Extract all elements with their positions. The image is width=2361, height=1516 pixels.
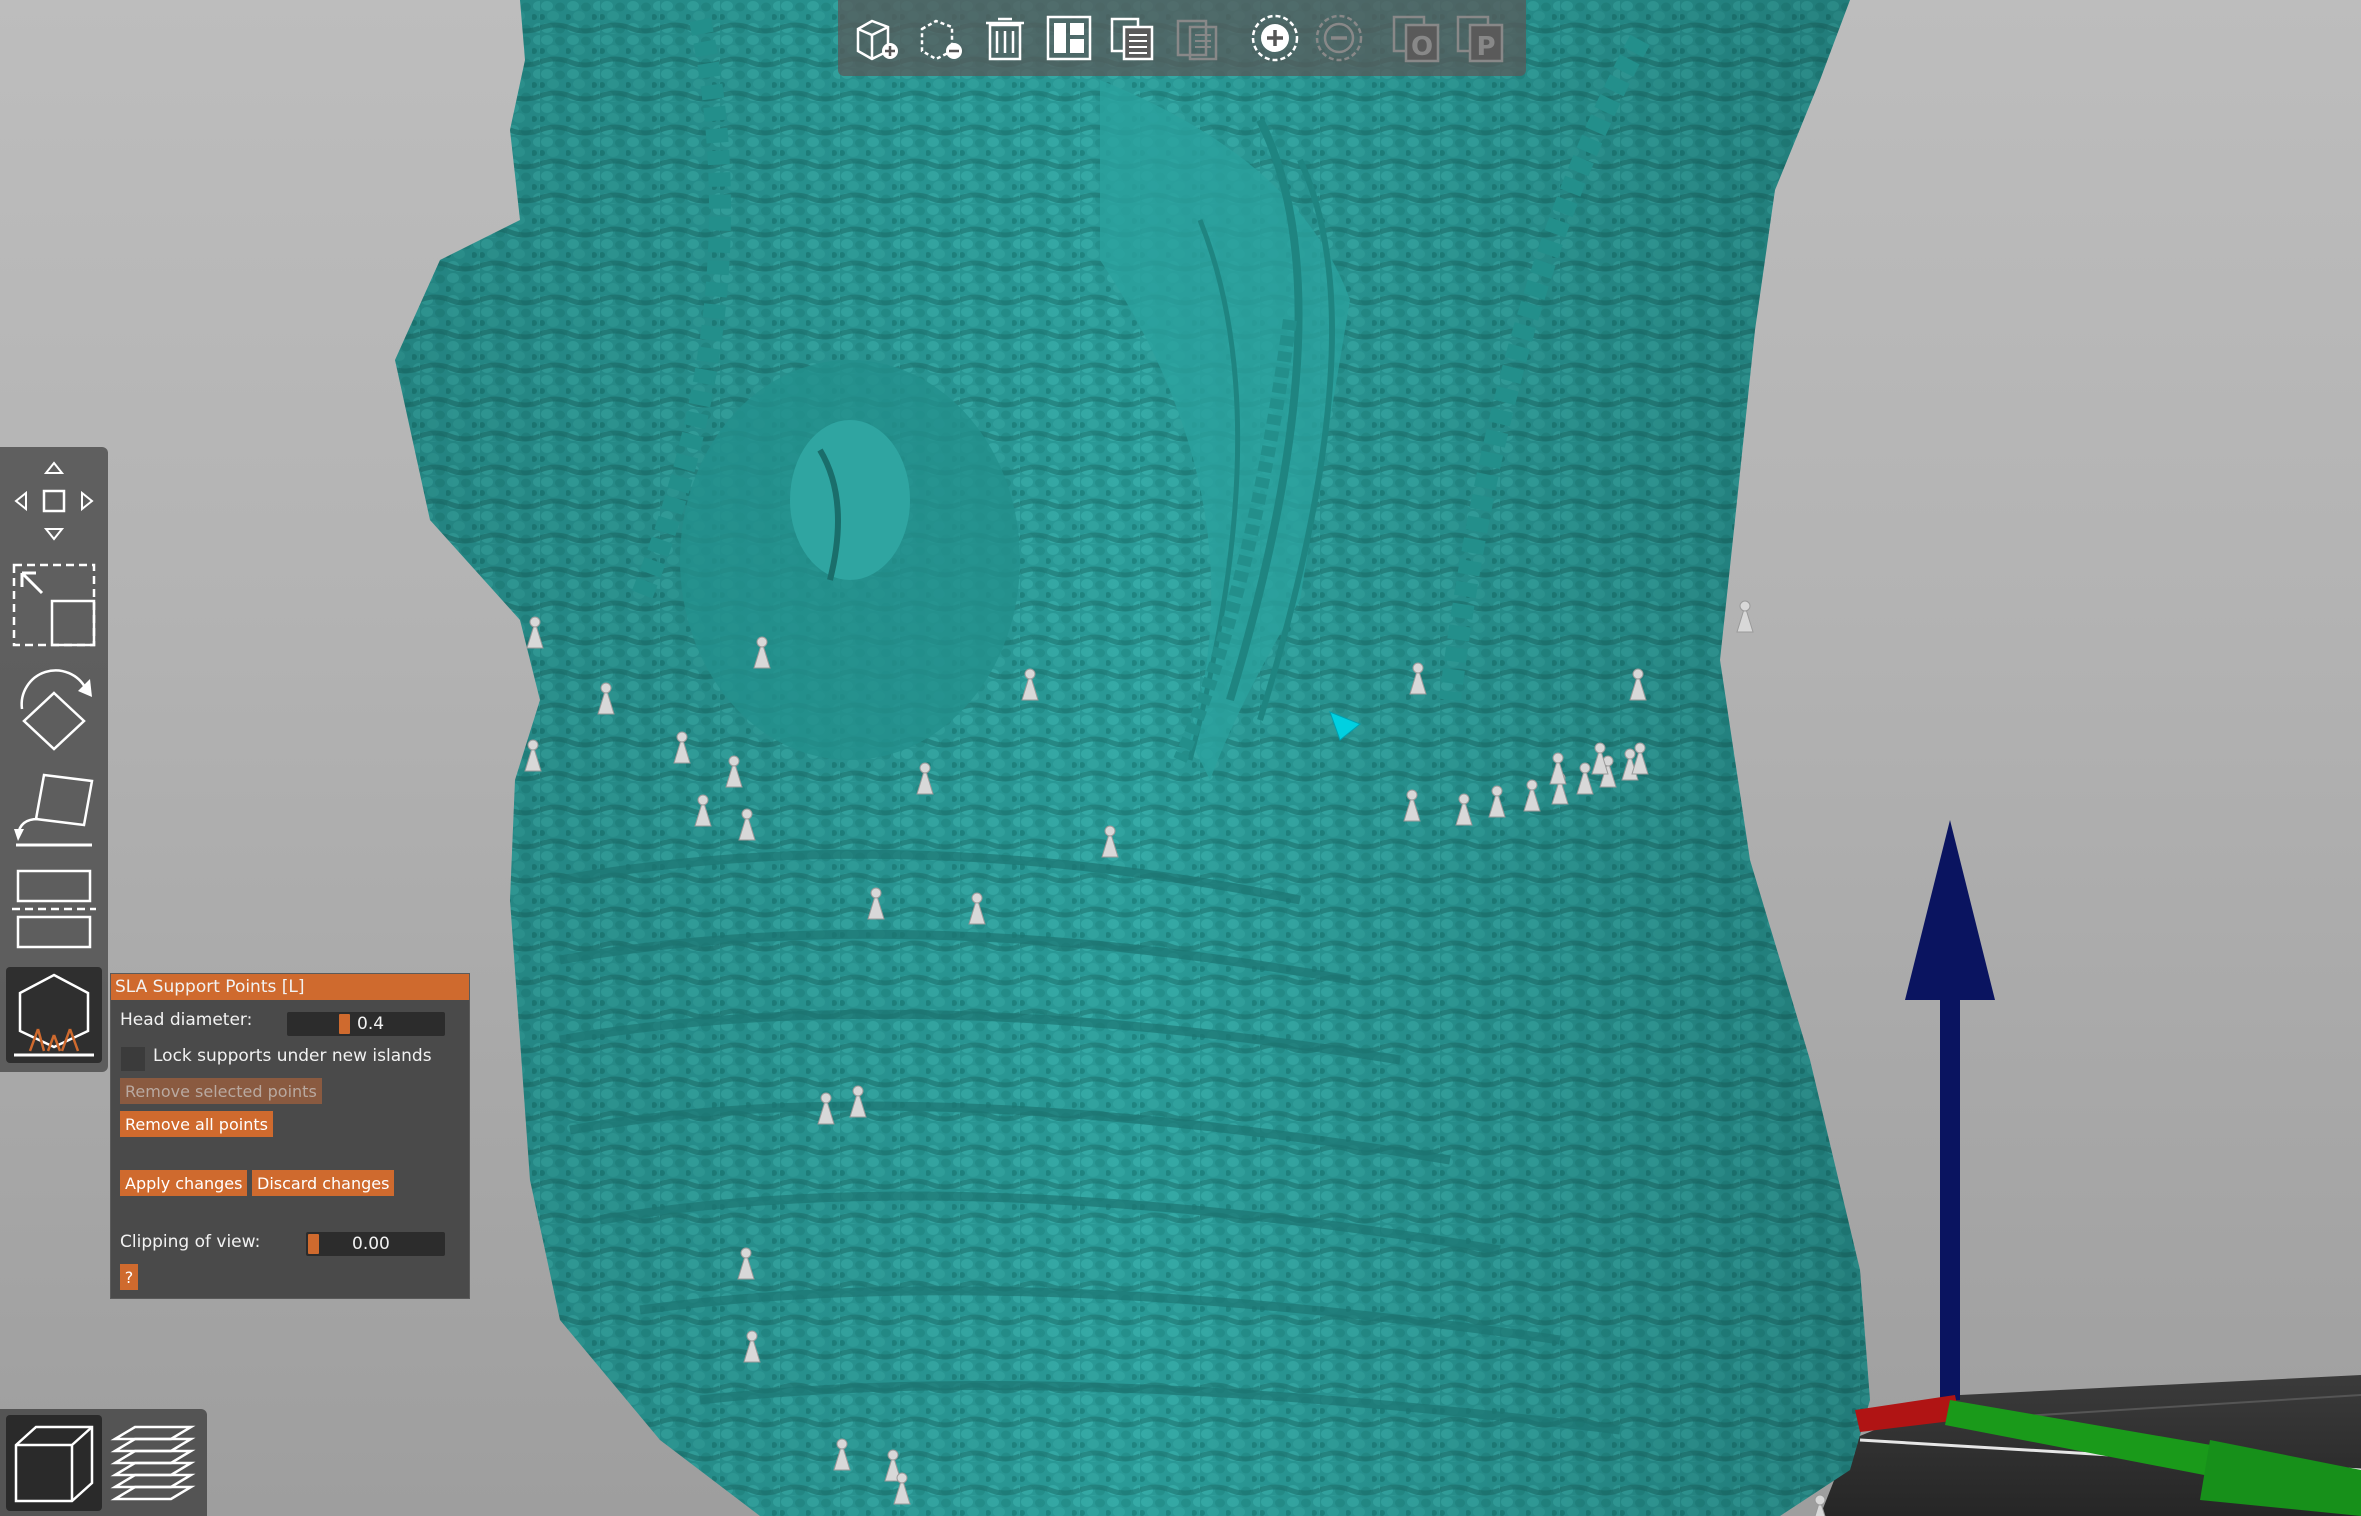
- place-on-face-icon: [14, 773, 94, 847]
- top-toolbar: O P: [838, 0, 1526, 76]
- rotate-tool-button[interactable]: [6, 657, 102, 753]
- delete-object-icon: [920, 19, 962, 61]
- paste-icon: [1176, 19, 1218, 61]
- view-toolbar: [0, 1409, 207, 1516]
- dragon-head-model[interactable]: [395, 0, 1870, 1516]
- remove-instance-button[interactable]: [1310, 9, 1368, 67]
- lock-supports-checkbox[interactable]: [121, 1047, 145, 1071]
- remove-all-points-button[interactable]: Remove all points: [120, 1111, 273, 1137]
- head-diameter-slider[interactable]: 0.4: [287, 1012, 445, 1036]
- arrange-button[interactable]: [1040, 9, 1098, 67]
- add-object-icon: [856, 19, 898, 61]
- copy-button[interactable]: [1104, 9, 1162, 67]
- clipping-of-view-slider[interactable]: 0.00: [306, 1232, 445, 1256]
- left-toolbar: [0, 447, 108, 1072]
- cut-icon: [12, 869, 96, 949]
- clipping-of-view-value: 0.00: [352, 1234, 390, 1254]
- sla-support-points-panel: SLA Support Points [L] Head diameter: 0.…: [110, 973, 470, 1299]
- remove-selected-points-button[interactable]: Remove selected points: [120, 1078, 322, 1104]
- 3d-viewport[interactable]: O P SLA Support Points [L] Head diameter…: [0, 0, 2361, 1516]
- svg-text:P: P: [1476, 32, 1495, 62]
- scale-icon: [12, 563, 96, 647]
- head-diameter-value: 0.4: [357, 1014, 385, 1034]
- head-diameter-slider-handle[interactable]: [339, 1014, 351, 1034]
- sla-support-points-icon: [14, 973, 94, 1057]
- move-tool-button[interactable]: [6, 453, 102, 549]
- add-object-button[interactable]: [848, 9, 906, 67]
- move-icon: [14, 461, 94, 541]
- paste-button[interactable]: [1168, 9, 1226, 67]
- scale-tool-button[interactable]: [6, 555, 102, 651]
- split-objects-icon: O: [1392, 15, 1440, 63]
- panel-title: SLA Support Points [L]: [111, 974, 469, 1000]
- trash-icon: [986, 17, 1024, 61]
- copy-icon: [1110, 17, 1154, 61]
- svg-text:O: O: [1411, 32, 1433, 62]
- plus-circle-icon: [1251, 14, 1299, 62]
- split-parts-button[interactable]: P: [1452, 9, 1510, 67]
- add-instance-button[interactable]: [1246, 9, 1304, 67]
- split-objects-button[interactable]: O: [1388, 9, 1446, 67]
- clipping-of-view-slider-handle[interactable]: [308, 1234, 319, 1254]
- apply-changes-button[interactable]: Apply changes: [120, 1170, 248, 1196]
- help-button[interactable]: ?: [120, 1264, 138, 1290]
- delete-object-button[interactable]: [912, 9, 970, 67]
- layers-view-icon: [110, 1425, 196, 1501]
- minus-circle-icon: [1315, 14, 1363, 62]
- lock-supports-label: Lock supports under new islands: [153, 1046, 432, 1066]
- clipping-of-view-label: Clipping of view:: [120, 1232, 261, 1252]
- 3d-view-button[interactable]: [6, 1415, 102, 1511]
- split-parts-icon: P: [1456, 15, 1504, 63]
- sla-support-points-tool-button[interactable]: [6, 967, 102, 1063]
- 3d-view-icon: [14, 1425, 94, 1503]
- layers-view-button[interactable]: [105, 1415, 201, 1511]
- arrange-icon: [1046, 15, 1092, 61]
- head-diameter-label: Head diameter:: [120, 1010, 253, 1030]
- cut-tool-button[interactable]: [6, 861, 102, 957]
- rotate-icon: [20, 669, 92, 751]
- delete-all-button[interactable]: [976, 9, 1034, 67]
- discard-changes-button[interactable]: Discard changes: [252, 1170, 395, 1196]
- support-point[interactable]: [1736, 600, 1754, 633]
- place-on-face-tool-button[interactable]: [6, 759, 102, 855]
